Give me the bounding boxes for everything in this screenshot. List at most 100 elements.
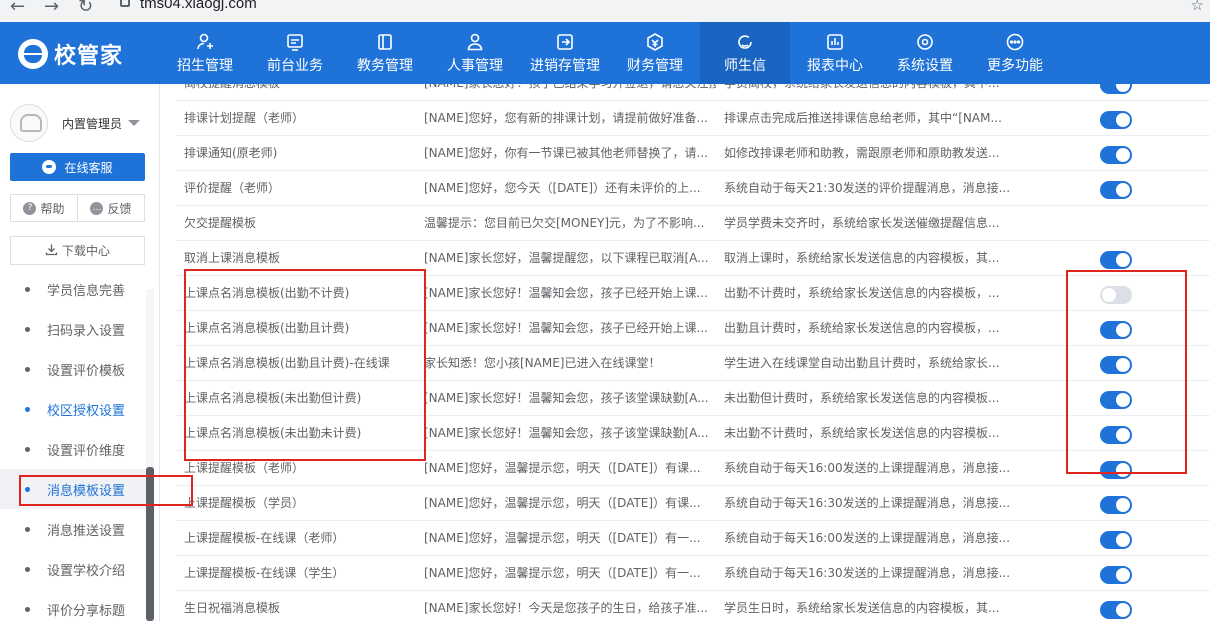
menu-item-message-push[interactable]: 消息推送设置: [0, 509, 150, 549]
nav-item-more[interactable]: 更多功能: [970, 22, 1060, 84]
table-row[interactable]: 上课提醒模板-在线课（学生） [NAME]您好，温馨提示您，明天（[DATE]）…: [176, 556, 1210, 591]
template-content: [NAME]家长您好！温馨知会您，孩子已经开始上课...: [424, 286, 708, 300]
template-description: 系统自动于每天16:30发送的上课提醒消息，消息接...: [724, 566, 1011, 580]
download-center-button[interactable]: 下载中心: [10, 236, 145, 265]
bullet-icon: [25, 406, 30, 412]
enable-toggle[interactable]: [1100, 251, 1132, 269]
enable-toggle[interactable]: [1100, 321, 1132, 339]
star-icon[interactable]: ☆: [1191, 0, 1204, 14]
address-bar[interactable]: tms04.xiaogj.com: [140, 0, 257, 12]
menu-item-campus-authorization[interactable]: 校区授权设置: [0, 389, 150, 429]
table-row[interactable]: 排课计划提醒（老师） [NAME]您好，您有新的排课计划，请提前做好准备... …: [176, 101, 1210, 136]
bullet-icon: [25, 326, 30, 332]
reload-icon[interactable]: ↻: [78, 0, 93, 17]
enable-toggle[interactable]: [1100, 391, 1132, 409]
enable-toggle[interactable]: [1100, 146, 1132, 164]
help-button[interactable]: ? 帮助: [11, 195, 77, 221]
table-row[interactable]: 离校提醒消息模板 [NAME]家长您好！孩子已结束学习并签退，请您关注接送...…: [176, 84, 1210, 101]
caret-down-icon: [128, 120, 141, 126]
logo-text: 校管家: [54, 44, 124, 69]
enable-toggle[interactable]: [1100, 356, 1132, 374]
person-add-icon: [195, 32, 215, 52]
menu-item-message-template[interactable]: 消息模板设置: [0, 469, 150, 509]
template-name: 上课点名消息模板(未出勤但计费): [184, 391, 362, 405]
menu-item-evaluation-dimension[interactable]: 设置评价维度: [0, 429, 150, 469]
template-description: 系统自动于每天16:00发送的上课提醒消息，消息接...: [724, 531, 1011, 545]
menu-item-label: 设置学校介绍: [47, 563, 126, 579]
table-row[interactable]: 上课点名消息模板(出勤且计费) [NAME]家长您好！温馨知会您，孩子已经开始上…: [176, 311, 1210, 346]
nav-item-finance[interactable]: 财务管理: [610, 22, 700, 84]
nav-item-front-desk[interactable]: 前台业务: [250, 22, 340, 84]
menu-item-share-title[interactable]: 评价分享标题: [0, 589, 150, 621]
enable-toggle[interactable]: [1100, 566, 1132, 584]
template-description: 学生进入在线课堂自动出勤且计费时，系统给家长...: [724, 356, 1000, 370]
enable-toggle[interactable]: [1100, 496, 1132, 514]
table-row[interactable]: 生日祝福消息模板 [NAME]家长您好！今天是您孩子的生日，给孩子准... 学员…: [176, 591, 1210, 621]
back-arrow-icon[interactable]: ←: [10, 0, 25, 17]
menu-item-school-intro[interactable]: 设置学校介绍: [0, 549, 150, 589]
sidebar-scrollbar-thumb[interactable]: [146, 467, 154, 621]
online-service-button[interactable]: 在线客服: [10, 153, 145, 181]
nav-label: 财务管理: [627, 57, 683, 74]
menu-item-scan-entry[interactable]: 扫码录入设置: [0, 309, 150, 349]
template-description: 如修改排课老师和助教，需跟原老师和原助教发送...: [724, 146, 1000, 160]
nav-item-inventory[interactable]: 进销存管理: [520, 22, 610, 84]
template-name: 上课点名消息模板(未出勤未计费): [184, 426, 362, 440]
monitor-icon: [285, 32, 305, 52]
menu-item-label: 消息模板设置: [47, 483, 126, 499]
download-icon: [45, 243, 58, 259]
site-info-icon[interactable]: [120, 0, 130, 7]
template-description: 学员离校，系统给家长发送信息的内容模板，其中...: [724, 84, 1016, 101]
table-row[interactable]: 上课点名消息模板(出勤且计费)-在线课 家长知悉！您小孩[NAME]已进入在线课…: [176, 346, 1210, 381]
template-name: 评价提醒（老师）: [184, 181, 281, 195]
template-content: [NAME]您好，你有一节课已被其他老师替换了，请...: [424, 146, 708, 160]
person-icon: [465, 32, 485, 52]
nav-label: 系统设置: [897, 57, 953, 74]
enable-toggle[interactable]: [1100, 426, 1132, 444]
nav-item-teacher-student-message[interactable]: 师生信: [700, 22, 790, 84]
table-row[interactable]: 评价提醒（老师） [NAME]您好，您今天（[DATE]）还有未评价的上... …: [176, 171, 1210, 206]
nav-item-system-settings[interactable]: 系统设置: [880, 22, 970, 84]
bullet-icon: [25, 606, 30, 612]
enable-toggle[interactable]: [1100, 111, 1132, 129]
template-name: 上课点名消息模板(出勤且计费): [184, 321, 350, 335]
table-row[interactable]: 上课提醒模板（学员） [NAME]您好，温馨提示您，明天（[DATE]）有课..…: [176, 486, 1210, 521]
template-description: 出勤不计费时，系统给家长发送信息的内容模板，...: [724, 286, 1000, 300]
feedback-button[interactable]: … 反馈: [77, 195, 144, 221]
table-row[interactable]: 欠交提醒模板 温馨提示：您目前已欠交[MONEY]元，为了不影响... 学员学费…: [176, 206, 1210, 241]
feedback-icon: …: [90, 201, 104, 215]
template-name: 上课提醒模板（学员）: [184, 496, 305, 510]
table-row[interactable]: 上课点名消息模板(未出勤未计费) [NAME]家长您好！温馨知会您，孩子该堂课缺…: [176, 416, 1210, 451]
online-service-label: 在线客服: [64, 160, 113, 175]
template-name: 上课提醒模板-在线课（老师）: [184, 531, 345, 545]
table-row[interactable]: 排课通知(原老师) [NAME]您好，你有一节课已被其他老师替换了，请... 如…: [176, 136, 1210, 171]
table-row[interactable]: 上课点名消息模板(出勤不计费) [NAME]家长您好！温馨知会您，孩子已经开始上…: [176, 276, 1210, 311]
enable-toggle[interactable]: [1100, 84, 1132, 94]
table-row[interactable]: 取消上课消息模板 [NAME]家长您好，温馨提醒您，以下课程已取消[A... 取…: [176, 241, 1210, 276]
nav-item-enrollment[interactable]: 招生管理: [160, 22, 250, 84]
user-menu[interactable]: 内置管理员: [10, 104, 141, 142]
enable-toggle[interactable]: [1100, 601, 1132, 619]
app-logo[interactable]: 校管家: [18, 38, 123, 70]
enable-toggle[interactable]: [1100, 181, 1132, 199]
template-description: 取消上课时，系统给家长发送信息的内容模板，其...: [724, 251, 1000, 265]
menu-item-label: 学员信息完善: [47, 283, 126, 299]
nav-item-reports[interactable]: 报表中心: [790, 22, 880, 84]
table-row[interactable]: 上课提醒模板（老师） [NAME]您好，温馨提示您，明天（[DATE]）有课..…: [176, 451, 1210, 486]
nav-item-hr[interactable]: 人事管理: [430, 22, 520, 84]
table-row[interactable]: 上课点名消息模板(未出勤但计费) [NAME]家长您好！温馨知会您，孩子该堂课缺…: [176, 381, 1210, 416]
enable-toggle[interactable]: [1100, 461, 1132, 479]
template-content: [NAME]您好，您有新的排课计划，请提前做好准备...: [424, 111, 708, 125]
template-name: 生日祝福消息模板: [184, 601, 281, 615]
menu-item-label: 设置评价维度: [47, 443, 126, 459]
menu-item-student-info[interactable]: 学员信息完善: [0, 283, 150, 309]
table-row[interactable]: 上课提醒模板-在线课（老师） [NAME]您好，温馨提示您，明天（[DATE]）…: [176, 521, 1210, 556]
nav-item-academic[interactable]: 教务管理: [340, 22, 430, 84]
template-name: 取消上课消息模板: [184, 251, 281, 265]
menu-item-evaluation-template[interactable]: 设置评价模板: [0, 349, 150, 389]
enable-toggle[interactable]: [1100, 531, 1132, 549]
download-center-label: 下载中心: [61, 244, 110, 258]
bullet-icon: [25, 446, 30, 452]
enable-toggle[interactable]: [1100, 286, 1132, 304]
forward-arrow-icon[interactable]: →: [44, 0, 59, 17]
